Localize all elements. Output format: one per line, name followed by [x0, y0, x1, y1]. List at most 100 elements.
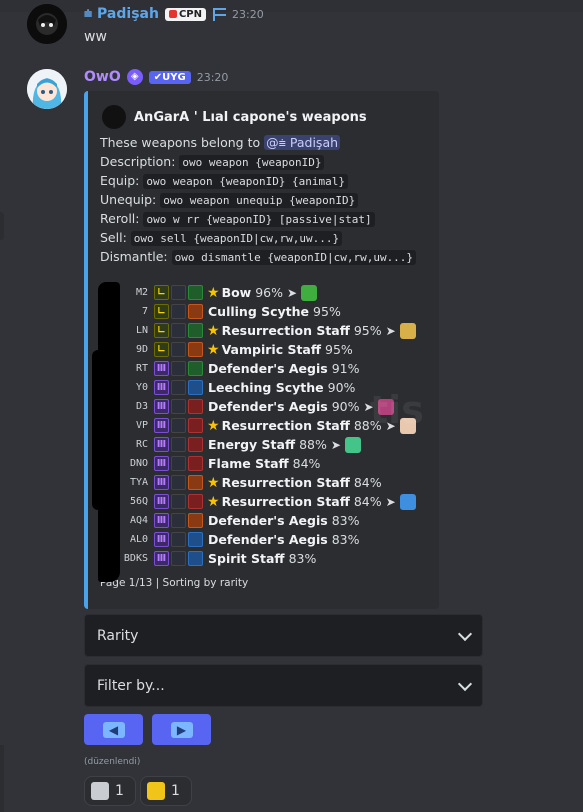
weapon-name: Resurrection Staff: [221, 323, 350, 338]
weapon-name: Vampiric Staff: [221, 342, 321, 357]
next-page-button[interactable]: ▶: [152, 714, 211, 745]
belong-text: These weapons belong to: [100, 135, 261, 150]
guild-tag-icon: [168, 10, 177, 18]
username[interactable]: OwO: [84, 69, 121, 85]
arrow-left-icon: ◀: [102, 721, 125, 738]
star-icon: ★: [207, 493, 220, 510]
reaction-chart[interactable]: 1: [140, 776, 192, 806]
weapon-row: 7 ∟ Culling Scythe 95%: [100, 302, 341, 321]
weapon-row: LN ∟ ★ Resurrection Staff 95% ➤: [100, 321, 416, 340]
weapon-type-icon: [171, 513, 186, 528]
message-text: ww: [84, 29, 107, 45]
prev-page-button[interactable]: ◀: [84, 714, 143, 745]
username[interactable]: ⩧ Padişah: [84, 6, 159, 22]
equipped-animal-icon: [399, 493, 416, 510]
toolbox-icon: [91, 782, 109, 800]
weapon-quality: 83%: [331, 532, 360, 547]
star-icon: ★: [207, 474, 220, 491]
mythic-rarity-icon: Ⅲ: [154, 380, 169, 395]
watermark: tis: [370, 388, 424, 432]
author-avatar: [102, 105, 126, 129]
mythic-rarity-icon: Ⅲ: [154, 399, 169, 414]
filter-select-placeholder: Filter by...: [97, 677, 165, 694]
help-line: Reroll: owo w rr {weaponID} [passive|sta…: [100, 211, 375, 227]
legendary-rarity-icon: ∟: [154, 342, 169, 357]
legendary-rarity-icon: ∟: [154, 323, 169, 338]
passive-icon: [188, 323, 203, 338]
weapon-quality: 84%: [353, 475, 382, 490]
help-code: owo dismantle {weaponID|cw,rw,uw...}: [171, 250, 417, 265]
help-line: Equip: owo weapon {weaponID} {animal}: [100, 173, 349, 189]
help-label: Equip:: [100, 173, 140, 188]
sort-select-value: Rarity: [97, 627, 139, 644]
passive-icon: [188, 399, 203, 414]
weapon-quality: 95%: [353, 323, 382, 338]
filter-select[interactable]: Filter by...: [84, 664, 483, 707]
weapon-type-icon: [171, 475, 186, 490]
embed-author-name: AnGarA ' Lıal capone's weapons: [134, 109, 367, 125]
legendary-rarity-icon: ∟: [154, 285, 169, 300]
reaction-toolbox[interactable]: 1: [84, 776, 136, 806]
help-code: owo weapon unequip {weaponID}: [160, 193, 359, 208]
mythic-rarity-icon: Ⅲ: [154, 437, 169, 452]
weapon-type-icon: [171, 380, 186, 395]
help-code: owo weapon {weaponID} {animal}: [143, 174, 349, 189]
weapon-quality: 83%: [288, 551, 317, 566]
weapon-name: Defender's Aegis: [208, 399, 328, 414]
passive-icon: [188, 361, 203, 376]
sort-select[interactable]: Rarity: [84, 614, 483, 657]
help-label: Dismantle:: [100, 249, 168, 264]
passive-icon: [188, 513, 203, 528]
embed-author: AnGarA ' Lıal capone's weapons: [102, 105, 367, 129]
mythic-rarity-icon: Ⅲ: [154, 475, 169, 490]
passive-icon: [188, 380, 203, 395]
mythic-rarity-icon: Ⅲ: [154, 551, 169, 566]
weapon-quality: 90%: [327, 380, 356, 395]
weapon-row: TYA Ⅲ ★ Resurrection Staff 84%: [100, 473, 382, 492]
weapons-embed: AnGarA ' Lıal capone's weapons These wea…: [84, 91, 439, 609]
bot-badge: ✔UYG: [148, 70, 191, 84]
help-code: owo weapon {weaponID}: [179, 155, 325, 170]
mythic-rarity-icon: Ⅲ: [154, 456, 169, 471]
weapon-name: Resurrection Staff: [221, 418, 350, 433]
passive-icon: [188, 475, 203, 490]
weapon-quality: 95%: [325, 342, 353, 357]
weapon-row: BDKS Ⅲ Spirit Staff 83%: [100, 549, 316, 568]
edited-label: (düzenlendi): [84, 757, 141, 767]
avatar-padisah[interactable]: [27, 4, 67, 44]
weapon-quality: 84%: [353, 494, 382, 509]
weapon-name: Bow: [221, 285, 252, 300]
weapon-type-icon: [171, 418, 186, 433]
timestamp: 23:20: [232, 7, 264, 21]
weapon-type-icon: [171, 323, 186, 338]
timestamp: 23:20: [196, 70, 229, 84]
weapon-type-icon: [171, 551, 186, 566]
equipped-arrow-icon: ➤: [385, 323, 396, 338]
guild-tag[interactable]: CPN: [164, 7, 206, 21]
weapon-row: DNO Ⅲ Flame Staff 84%: [100, 454, 320, 473]
avatar-owo[interactable]: [27, 69, 67, 109]
role-icon: ◈: [126, 69, 143, 85]
weapon-row: VP Ⅲ ★ Resurrection Staff 88% ➤: [100, 416, 416, 435]
weapon-quality: 83%: [331, 513, 360, 528]
weapon-quality: 84%: [292, 456, 321, 471]
bar-chart-icon: [147, 782, 165, 800]
weapon-type-icon: [171, 399, 186, 414]
chevron-down-icon: [457, 676, 473, 691]
legendary-rarity-icon: ∟: [154, 304, 169, 319]
message-header: OwO ◈ ✔UYG 23:20: [84, 69, 228, 85]
help-line: Sell: owo sell {weaponID|cw,rw,uw...}: [100, 230, 343, 246]
weapon-name: Energy Staff: [208, 437, 296, 452]
help-line: Description: owo weapon {weaponID}: [100, 154, 325, 170]
reaction-count: 1: [115, 783, 124, 799]
equipped-arrow-icon: ➤: [330, 437, 341, 452]
weapon-row: 56Q Ⅲ ★ Resurrection Staff 84% ➤: [100, 492, 416, 511]
message-header: ⩧ Padişah CPN 23:20: [84, 6, 264, 22]
weapon-row: D3 Ⅲ Defender's Aegis 90% ➤: [100, 397, 394, 416]
star-icon: ★: [207, 322, 220, 339]
scroll-marker-bottom: [0, 745, 4, 812]
reaction-count: 1: [171, 783, 180, 799]
user-mention[interactable]: @⩧ Padişah: [264, 135, 341, 150]
equipped-arrow-icon: ➤: [385, 494, 396, 509]
weapon-type-icon: [171, 456, 186, 471]
